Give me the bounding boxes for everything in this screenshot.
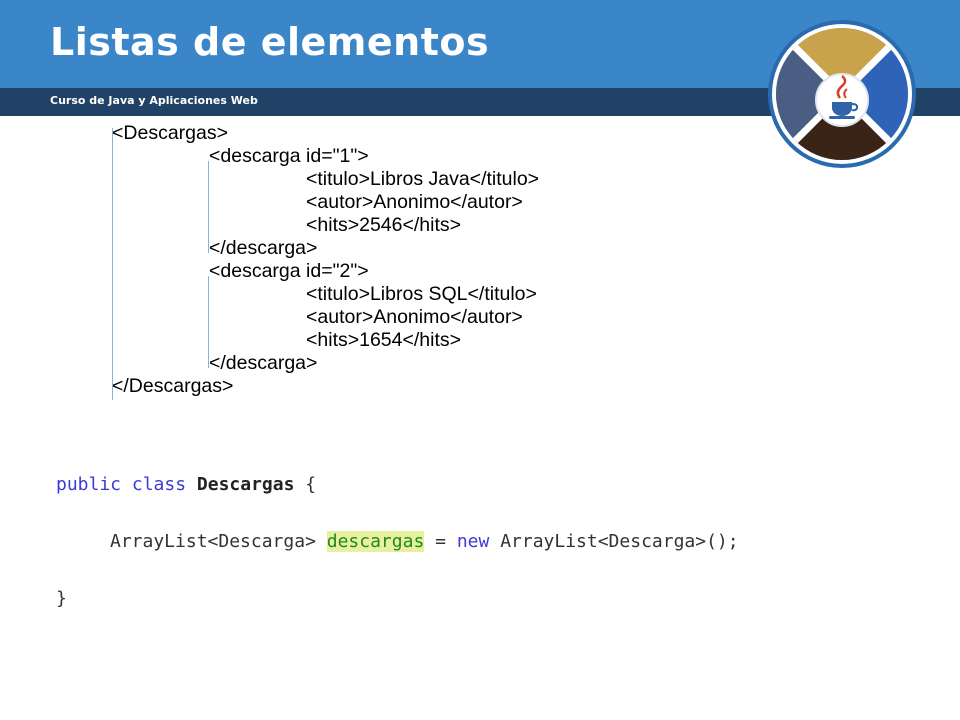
class-name: Descargas bbox=[196, 474, 295, 495]
code-field-declaration: ArrayList<Descarga> descargas = new Arra… bbox=[110, 531, 739, 552]
xml-line: <autor>Anonimo</autor> bbox=[306, 306, 523, 328]
keyword-public: public bbox=[56, 474, 122, 495]
tree-guide bbox=[112, 128, 113, 400]
constructor-call: ArrayList<Descarga>(); bbox=[500, 531, 739, 552]
xml-line: </descarga> bbox=[209, 352, 318, 374]
open-brace: { bbox=[305, 474, 317, 495]
slide-title: Listas de elementos bbox=[50, 20, 490, 64]
slide-subtitle: Curso de Java y Aplicaciones Web bbox=[50, 94, 258, 107]
java-logo-icon bbox=[768, 20, 916, 168]
keyword-new: new bbox=[456, 531, 490, 552]
xml-line: <hits>2546</hits> bbox=[306, 214, 462, 236]
xml-line: <hits>1654</hits> bbox=[306, 329, 462, 351]
equals-operator: = bbox=[435, 531, 446, 552]
xml-line: <descarga id="2"> bbox=[209, 260, 369, 282]
highlighted-variable: descargas bbox=[326, 531, 425, 552]
xml-line: <Descargas> bbox=[112, 122, 228, 144]
xml-line: <descarga id="1"> bbox=[209, 145, 369, 167]
declared-type: ArrayList<Descarga> bbox=[110, 531, 316, 552]
xml-line: </Descargas> bbox=[112, 375, 234, 397]
keyword-class: class bbox=[131, 474, 187, 495]
xml-line: </descarga> bbox=[209, 237, 318, 259]
code-class-declaration: public class Descargas { bbox=[56, 474, 316, 495]
xml-line: <titulo>Libros Java</titulo> bbox=[306, 168, 540, 190]
xml-line: <titulo>Libros SQL</titulo> bbox=[306, 283, 537, 305]
code-close-brace: } bbox=[56, 588, 67, 609]
xml-line: <autor>Anonimo</autor> bbox=[306, 191, 523, 213]
